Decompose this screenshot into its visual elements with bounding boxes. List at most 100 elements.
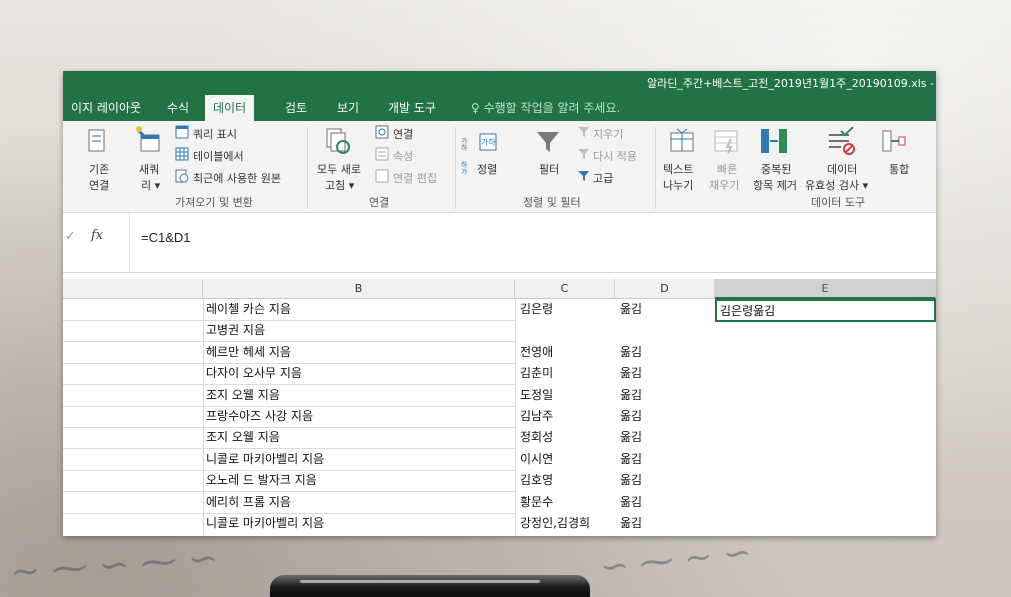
recent-sources-label: 최근에 사용한 원본 bbox=[193, 172, 281, 185]
cell-d[interactable]: 옮김 bbox=[617, 470, 715, 491]
cell-b[interactable]: 니콜로 마키아벨리 지음 bbox=[203, 449, 515, 470]
cell-b[interactable]: 고병권 지음 bbox=[203, 320, 515, 341]
properties-label: 속성 bbox=[393, 150, 414, 163]
cell-d[interactable]: 옮김 bbox=[617, 492, 715, 513]
tab-review[interactable]: 검토 bbox=[277, 95, 315, 121]
group-label-get-transform: 가져오기 및 변환 bbox=[175, 196, 253, 209]
remove-duplicates-label-top: 중복된 bbox=[761, 163, 792, 176]
connections-icon bbox=[375, 125, 389, 139]
cell-d[interactable] bbox=[617, 320, 715, 341]
column-header-d[interactable]: D bbox=[615, 279, 715, 299]
flash-fill-label-bottom: 채우기 bbox=[709, 179, 740, 192]
cell-b[interactable]: 헤르만 헤세 지음 bbox=[203, 342, 515, 363]
cell-c[interactable]: 도정일 bbox=[517, 385, 615, 406]
insert-function-icon[interactable]: fx bbox=[91, 228, 103, 243]
tab-developer[interactable]: 개발 도구 bbox=[380, 95, 444, 121]
formula-bar-buttons: ✓ fx bbox=[63, 213, 129, 273]
column-header-b[interactable]: B bbox=[203, 279, 515, 299]
cell-d[interactable]: 옮김 bbox=[617, 449, 715, 470]
cell-d[interactable]: 옮김 bbox=[617, 513, 715, 534]
ribbon-tabs: 이지 레이아웃 수식 데이터 검토 보기 개발 도구 ♀ 수행할 작업을 알려 … bbox=[63, 95, 936, 121]
cell-c[interactable]: 정회성 bbox=[517, 427, 615, 448]
tab-data[interactable]: 데이터 bbox=[205, 95, 255, 121]
cell-b[interactable]: 오노레 드 발자크 지음 bbox=[203, 470, 515, 491]
filter-funnel-icon bbox=[537, 132, 559, 152]
connections-label: 연결 bbox=[393, 128, 414, 141]
reapply-icon bbox=[578, 149, 589, 159]
cell-d[interactable]: 옮김 bbox=[617, 299, 715, 320]
clear-filter-icon bbox=[578, 127, 589, 137]
cell-b[interactable]: 레이첼 카슨 지음 bbox=[203, 299, 515, 320]
grid-line bbox=[63, 384, 515, 385]
grid-line bbox=[63, 406, 515, 407]
excel-window: 알라딘_주간+베스트_고전_2019년1월1주_20190109.xls - 이… bbox=[63, 71, 936, 536]
cell-c[interactable]: 김호영 bbox=[517, 470, 615, 491]
data-validation-label-bottom: 유효성 검사 ▾ bbox=[805, 179, 869, 192]
svg-text:가: 가 bbox=[461, 167, 468, 175]
column-header-a[interactable] bbox=[63, 279, 203, 299]
cell-b[interactable]: 다자이 오사무 지음 bbox=[203, 363, 515, 384]
active-cell-e1[interactable]: 김은령옮김 bbox=[715, 299, 936, 322]
table-row: 조지 오웰 지음 정회성 옮김 bbox=[63, 427, 936, 448]
reapply-label: 다시 적용 bbox=[593, 150, 637, 163]
cell-c[interactable]: 김춘미 bbox=[517, 363, 615, 384]
flash-fill-icon bbox=[714, 130, 738, 154]
table-row: 고병권 지음 bbox=[63, 320, 936, 341]
table-row: 에리히 프롬 지음 황문수 옮김 bbox=[63, 492, 936, 513]
refresh-all-label-top: 모두 새로 bbox=[317, 163, 361, 176]
cell-b[interactable]: 조지 오웰 지음 bbox=[203, 385, 515, 406]
group-label-connections: 연결 bbox=[369, 196, 390, 209]
enter-check-icon[interactable]: ✓ bbox=[65, 229, 76, 244]
table-row: 니콜로 마키아벨리 지음 강정인,김경희 옮김 bbox=[63, 513, 936, 534]
existing-connections-label-top: 기존 bbox=[89, 163, 110, 176]
tab-formulas[interactable]: 수식 bbox=[159, 95, 197, 121]
table-row: 다자이 오사무 지음 김춘미 옮김 bbox=[63, 363, 936, 384]
cell-b[interactable]: 조지 오웰 지음 bbox=[203, 427, 515, 448]
column-header-e[interactable]: E bbox=[715, 279, 936, 299]
group-label-data-tools: 데이터 도구 bbox=[811, 196, 866, 209]
existing-connections-label-bottom: 연결 bbox=[89, 179, 110, 192]
grid-line bbox=[63, 363, 515, 364]
cell-c[interactable]: 김남주 bbox=[517, 406, 615, 427]
cell-c[interactable]: 김은령 bbox=[517, 299, 615, 320]
clear-filter-label: 지우기 bbox=[593, 128, 624, 141]
remove-duplicates-icon bbox=[761, 129, 787, 153]
advanced-filter-icon bbox=[578, 171, 589, 181]
table-icon bbox=[175, 125, 189, 139]
grid-line bbox=[63, 320, 515, 321]
new-query-icon bbox=[135, 126, 160, 152]
consolidate-label: 통합 bbox=[889, 163, 910, 176]
formula-bar-divider bbox=[129, 213, 130, 273]
grid-line bbox=[63, 448, 515, 449]
table-row: 조지 오웰 지음 도정일 옮김 bbox=[63, 385, 936, 406]
cell-c[interactable] bbox=[517, 320, 615, 341]
cell-b[interactable]: 니콜로 마키아벨리 지음 bbox=[203, 513, 515, 534]
new-query-label-bottom: 리 ▾ bbox=[141, 179, 161, 192]
cell-c[interactable]: 황문수 bbox=[517, 492, 615, 513]
tab-view[interactable]: 보기 bbox=[329, 95, 367, 121]
cell-b[interactable]: 에리히 프롬 지음 bbox=[203, 492, 515, 513]
tab-page-layout[interactable]: 이지 레이아웃 bbox=[63, 95, 149, 121]
cell-b[interactable]: 프랑수아즈 사강 지음 bbox=[203, 406, 515, 427]
remove-duplicates-label-bottom: 항목 제거 bbox=[753, 179, 797, 192]
edit-links-label: 연결 편집 bbox=[393, 172, 437, 185]
cell-d[interactable]: 옮김 bbox=[617, 385, 715, 406]
text-to-columns-label-top: 텍스트 bbox=[663, 163, 694, 176]
cell-d[interactable]: 옮김 bbox=[617, 406, 715, 427]
table-row: 헤르만 헤세 지음 전영애 옮김 bbox=[63, 342, 936, 363]
cell-e[interactable]: 김은령옮김 bbox=[717, 301, 775, 322]
title-bar: 알라딘_주간+베스트_고전_2019년1월1주_20190109.xls - bbox=[63, 71, 936, 95]
cell-d[interactable]: 옮김 bbox=[617, 363, 715, 384]
formula-input[interactable]: =C1&D1 bbox=[141, 230, 191, 245]
cell-d[interactable]: 옮김 bbox=[617, 342, 715, 363]
column-header-c[interactable]: C bbox=[515, 279, 615, 299]
cell-c[interactable]: 강정인,김경희 bbox=[517, 513, 615, 534]
from-table-label: 테이블에서 bbox=[193, 150, 244, 163]
tell-me-box[interactable]: ♀ 수행할 작업을 알려 주세요. bbox=[471, 95, 620, 121]
cell-d[interactable]: 옮김 bbox=[617, 427, 715, 448]
cell-c[interactable]: 전영애 bbox=[517, 342, 615, 363]
worksheet-grid[interactable]: 레이첼 카슨 지음 김은령 옮김 고병권 지음 헤르만 헤세 지음 전영애 옮김… bbox=[63, 299, 936, 536]
document-icon bbox=[88, 129, 105, 152]
cell-c[interactable]: 이시연 bbox=[517, 449, 615, 470]
column-header-row: B C D E bbox=[63, 279, 936, 299]
